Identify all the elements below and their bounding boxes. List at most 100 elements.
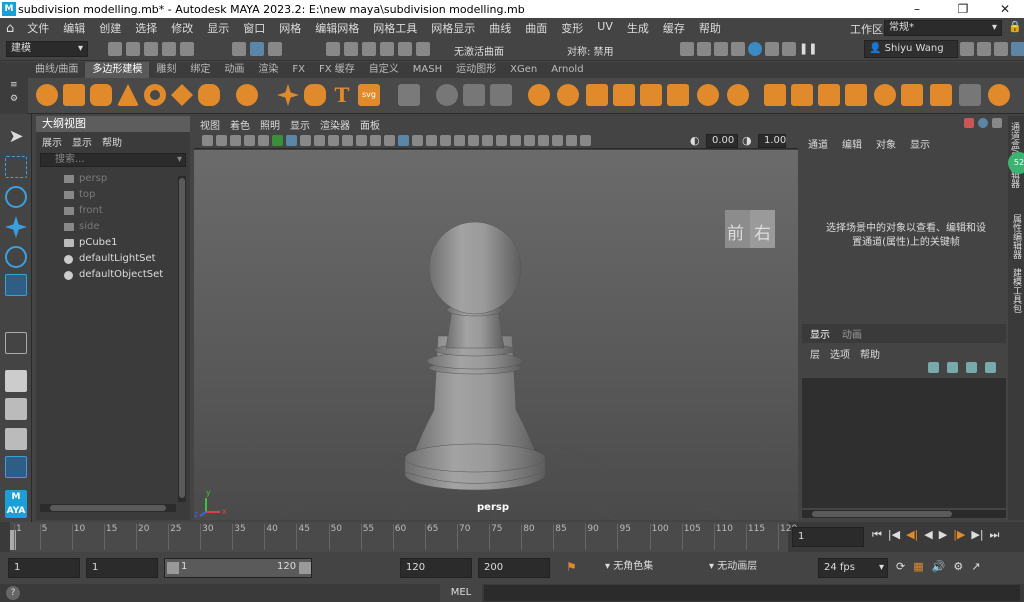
xray-joints-icon[interactable] — [566, 135, 577, 146]
outliner-item[interactable]: defaultObjectSet — [36, 267, 190, 283]
smooth-icon[interactable] — [528, 84, 550, 106]
target-weld-icon[interactable] — [727, 84, 749, 106]
new-layer-icon[interactable] — [928, 362, 939, 373]
shelf-menu-handle[interactable]: ≡ ⚙ — [0, 78, 28, 114]
shelf-tab[interactable]: 多边形建模 — [85, 62, 150, 78]
shelf-tab[interactable]: XGen — [503, 62, 544, 78]
xray-components-icon[interactable] — [580, 135, 591, 146]
select-tool-icon[interactable]: ➤ — [5, 126, 27, 148]
platonic-solid-icon[interactable] — [236, 84, 258, 106]
separate-icon[interactable] — [490, 84, 512, 106]
anim-prefs-icon[interactable]: ⚙ — [953, 560, 963, 573]
depth-of-field-icon[interactable] — [524, 135, 535, 146]
new-layer-selected-icon[interactable] — [947, 362, 958, 373]
pause-icon[interactable]: ❚❚ — [799, 42, 817, 56]
new-scene-icon[interactable] — [108, 42, 122, 56]
exposure-icon[interactable]: ◐ — [690, 134, 700, 147]
next-key-icon[interactable]: |▶ — [953, 528, 965, 542]
go-to-end-icon[interactable]: ⏭ — [990, 528, 1000, 542]
viewport-menu-item[interactable]: 渲染器 — [320, 117, 350, 132]
channel-tool-icon-1[interactable] — [964, 118, 974, 128]
shelf-tab[interactable]: MASH — [406, 62, 449, 78]
play-icon[interactable]: ▶ — [939, 528, 947, 542]
lasso-tool-icon[interactable] — [5, 156, 27, 178]
circularize-icon[interactable] — [930, 84, 952, 106]
channel-menu-item[interactable]: 通道 — [808, 136, 828, 151]
menu-item[interactable]: 窗口 — [236, 20, 272, 36]
exposure-field[interactable]: 0.00 — [706, 134, 738, 148]
menu-item[interactable]: 文件 — [20, 20, 56, 36]
outliner-item[interactable]: side — [36, 219, 190, 235]
maya-home-icon[interactable]: M AYA — [5, 490, 27, 518]
channel-menu-item[interactable]: 显示 — [910, 136, 930, 151]
menu-item[interactable]: 变形 — [554, 20, 590, 36]
layout-side-icon[interactable] — [5, 428, 27, 450]
camera-select-icon[interactable] — [202, 135, 213, 146]
uv-editor-icon[interactable] — [398, 84, 420, 106]
gamma-icon[interactable]: ◑ — [742, 134, 752, 147]
grease-pencil-icon[interactable] — [272, 135, 283, 146]
step-back-key-icon[interactable]: |◀ — [888, 528, 900, 542]
layer-h-scrollbar[interactable] — [802, 510, 1006, 518]
resolution-gate-icon[interactable] — [314, 135, 325, 146]
menu-item[interactable]: 曲面 — [518, 20, 554, 36]
shelf-tab[interactable]: FX 缓存 — [312, 62, 362, 78]
menu-item[interactable]: UV — [590, 20, 620, 36]
step-forward-icon[interactable]: ▶| — [971, 528, 983, 542]
anim-layer-dropdown[interactable]: ▾ 无动画层 — [704, 558, 800, 578]
snap-view-icon[interactable] — [380, 42, 394, 56]
2d-pan-icon[interactable] — [258, 135, 269, 146]
isolate-select-icon[interactable] — [538, 135, 549, 146]
loop-icon[interactable]: ⟳ — [896, 560, 905, 573]
shelf-tab[interactable]: 曲线/曲面 — [28, 62, 85, 78]
graph-editor-icon[interactable]: ↗ — [971, 560, 980, 573]
layer-menu-item[interactable]: 层 — [810, 346, 820, 361]
help-icon[interactable]: ? — [6, 586, 20, 600]
menu-item[interactable]: 网格 — [272, 20, 308, 36]
render-frame-icon[interactable] — [680, 42, 694, 56]
film-gate-icon[interactable] — [300, 135, 311, 146]
bridge-icon[interactable] — [613, 84, 635, 106]
outliner-menu-item[interactable]: 显示 — [72, 134, 92, 149]
range-start-handle[interactable] — [167, 562, 179, 574]
menu-item[interactable]: 编辑 — [56, 20, 92, 36]
outliner-item[interactable]: defaultLightSet — [36, 251, 190, 267]
step-back-icon[interactable]: ◀ — [924, 528, 932, 542]
four-view-icon[interactable] — [5, 370, 27, 392]
viewport-menu-item[interactable]: 着色 — [230, 117, 250, 132]
snap-surface-icon[interactable] — [398, 42, 412, 56]
screen-space-ao-icon[interactable] — [482, 135, 493, 146]
extrude-icon[interactable] — [586, 84, 608, 106]
shelf-tab[interactable]: Arnold — [544, 62, 590, 78]
svg-icon[interactable]: svg — [358, 84, 380, 106]
go-to-start-icon[interactable]: ⏮ — [872, 528, 882, 542]
select-object-icon[interactable] — [250, 42, 264, 56]
offset-edge-loop-icon[interactable] — [818, 84, 840, 106]
sweep-mesh-icon[interactable] — [304, 84, 326, 106]
rotate-tool-icon[interactable] — [5, 246, 27, 268]
playblast-icon[interactable] — [782, 42, 796, 56]
shelf-tab[interactable]: 自定义 — [362, 62, 406, 78]
script-language-toggle[interactable]: MEL — [440, 584, 482, 602]
range-end-handle[interactable] — [299, 562, 311, 574]
viewport-menu-item[interactable]: 视图 — [200, 117, 220, 132]
viewport-menu-item[interactable]: 照明 — [260, 117, 280, 132]
notification-badge[interactable]: 52 — [1008, 152, 1024, 174]
auto-key-icon[interactable]: ⚑ — [566, 560, 577, 574]
gate-mask-icon[interactable] — [328, 135, 339, 146]
multisample-aa-icon[interactable] — [510, 135, 521, 146]
boolean-icon[interactable] — [557, 84, 579, 106]
character-controls-icon[interactable] — [977, 42, 991, 56]
xray-icon[interactable] — [552, 135, 563, 146]
open-scene-icon[interactable] — [126, 42, 140, 56]
channel-box-icon[interactable] — [1011, 42, 1024, 56]
tab-modeling-toolkit[interactable]: 建模工具包 — [1010, 268, 1023, 313]
safe-action-icon[interactable] — [356, 135, 367, 146]
snap-point-icon[interactable] — [362, 42, 376, 56]
channel-tool-icon-2[interactable] — [978, 118, 988, 128]
triangulate-icon[interactable] — [959, 84, 981, 106]
poly-text-icon[interactable]: T — [331, 84, 353, 106]
mirror-icon[interactable] — [436, 84, 458, 106]
default-material-icon[interactable] — [412, 135, 423, 146]
minimize-icon[interactable]: – — [894, 0, 940, 18]
